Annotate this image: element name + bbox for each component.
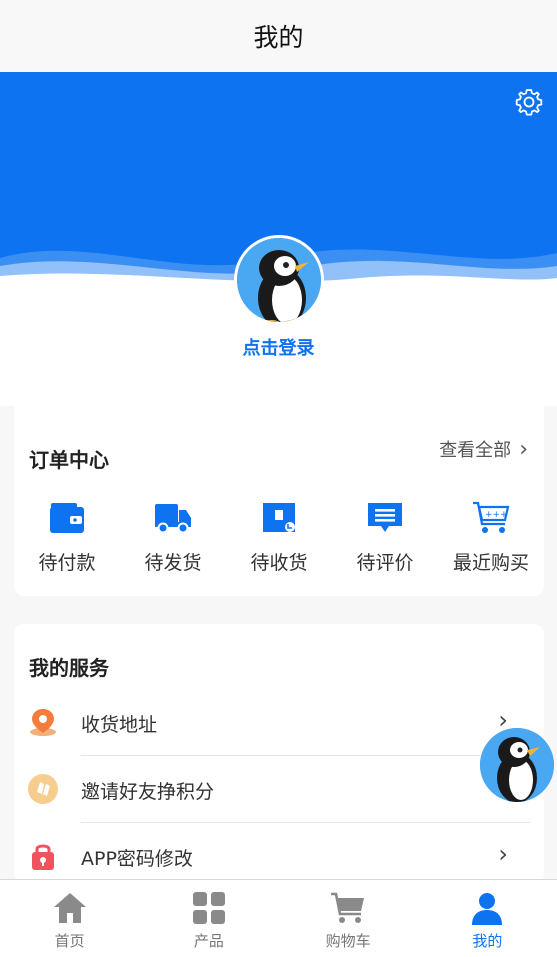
user-icon bbox=[472, 893, 503, 925]
tab-label: 购物车 bbox=[325, 932, 371, 950]
location-pin-icon bbox=[30, 709, 56, 736]
my-services-card: 我的服务 收货地址 › 邀请好友挣积分 › APP密码修改 › bbox=[14, 624, 544, 884]
service-invite-friends[interactable]: 邀请好友挣积分 › bbox=[14, 757, 544, 823]
tab-label: 产品 bbox=[193, 932, 224, 950]
svg-text:+++: +++ bbox=[485, 510, 508, 520]
tab-label: 我的 bbox=[472, 932, 503, 950]
wallet-icon bbox=[50, 503, 84, 533]
login-link[interactable]: 点击登录 bbox=[0, 334, 557, 360]
divider bbox=[81, 755, 530, 756]
order-item-label: 待发货 bbox=[144, 552, 202, 574]
gear-icon[interactable] bbox=[513, 86, 545, 118]
order-status-list: 待付款 待发货 待收货 待评价 +++ 最近购买 bbox=[14, 498, 544, 575]
invite-icon bbox=[28, 774, 58, 804]
view-all-orders-link[interactable]: 查看全部 › bbox=[439, 436, 528, 462]
tab-products[interactable]: 产品 bbox=[139, 880, 278, 957]
order-pending-shipment[interactable]: 待发货 bbox=[120, 498, 226, 575]
tab-label: 首页 bbox=[54, 932, 85, 950]
order-pending-review[interactable]: 待评价 bbox=[332, 498, 438, 575]
order-center-title: 订单中心 bbox=[29, 448, 109, 472]
package-icon bbox=[263, 503, 295, 532]
chevron-right-icon: › bbox=[498, 840, 508, 868]
order-item-label: 待付款 bbox=[38, 552, 96, 574]
floating-penguin-button[interactable] bbox=[480, 728, 554, 802]
service-label: 收货地址 bbox=[81, 714, 158, 736]
service-label: 邀请好友挣积分 bbox=[81, 781, 215, 803]
order-pending-payment[interactable]: 待付款 bbox=[14, 498, 120, 575]
order-pending-receipt[interactable]: 待收货 bbox=[226, 498, 332, 575]
order-item-label: 待收货 bbox=[250, 552, 308, 574]
order-recent-purchases[interactable]: +++ 最近购买 bbox=[438, 498, 544, 575]
top-bar: 我的 bbox=[0, 0, 557, 72]
my-services-title: 我的服务 bbox=[29, 656, 109, 680]
tab-mine[interactable]: 我的 bbox=[418, 880, 557, 957]
service-address[interactable]: 收货地址 › bbox=[14, 690, 544, 756]
view-all-label: 查看全部 bbox=[439, 440, 512, 461]
order-item-label: 待评价 bbox=[356, 552, 414, 574]
page-title: 我的 bbox=[253, 23, 304, 52]
home-icon bbox=[53, 893, 86, 923]
lock-icon bbox=[32, 844, 54, 870]
tab-cart[interactable]: 购物车 bbox=[279, 880, 418, 957]
order-item-label: 最近购买 bbox=[452, 552, 529, 574]
grid-icon bbox=[192, 892, 225, 924]
tab-home[interactable]: 首页 bbox=[0, 880, 139, 957]
order-center-card: 订单中心 查看全部 › 待付款 待发货 待收货 待评价 +++ 最近购买 bbox=[14, 406, 544, 596]
truck-icon bbox=[155, 504, 191, 534]
comment-icon bbox=[368, 503, 402, 532]
bottom-tab-bar: 首页 产品 购物车 我的 bbox=[0, 879, 557, 957]
chevron-right-icon: › bbox=[519, 436, 528, 462]
penguin-avatar-icon bbox=[480, 728, 554, 802]
cart-icon bbox=[331, 892, 365, 923]
avatar[interactable] bbox=[234, 235, 324, 325]
cart-icon: +++ bbox=[473, 501, 510, 533]
service-label: APP密码修改 bbox=[81, 848, 193, 870]
divider bbox=[81, 822, 530, 823]
